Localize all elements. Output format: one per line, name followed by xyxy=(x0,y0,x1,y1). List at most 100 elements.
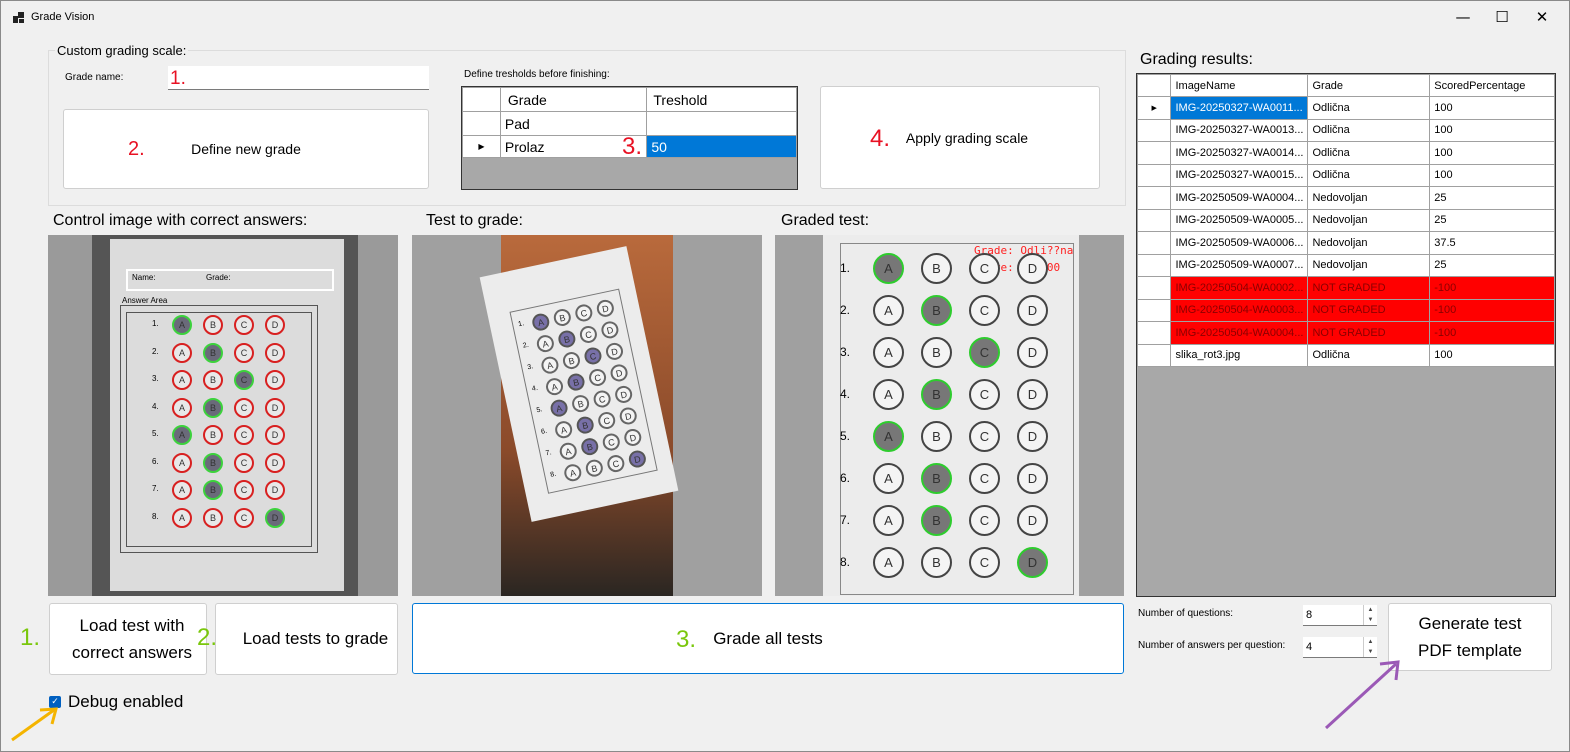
results-cell-percentage[interactable]: 100 xyxy=(1429,96,1555,120)
results-row[interactable]: IMG-20250509-WA0007... Nedovoljan 25 xyxy=(1137,253,1555,277)
load-correct-answers-button[interactable]: Load test with correct answers xyxy=(49,603,207,675)
num-answers-input[interactable]: 4 ▲ ▼ xyxy=(1303,637,1377,658)
question-number: 4. xyxy=(531,384,539,393)
results-cell-imagename[interactable]: IMG-20250504-WA0002... xyxy=(1170,276,1309,300)
answer-bubble: D xyxy=(1017,505,1048,536)
results-cell-imagename[interactable]: IMG-20250327-WA0011... xyxy=(1170,96,1309,120)
results-cell-percentage[interactable]: 100 xyxy=(1429,343,1555,367)
grade-name-input[interactable] xyxy=(168,66,429,90)
answer-bubble: B xyxy=(921,253,952,284)
results-cell-imagename[interactable]: IMG-20250509-WA0006... xyxy=(1170,231,1309,255)
threshold-row-grade[interactable]: Pad xyxy=(499,111,648,136)
maximize-icon[interactable]: ☐ xyxy=(1480,0,1524,34)
results-row[interactable]: slika_rot3.jpg Odlična 100 xyxy=(1137,343,1555,367)
results-cell-grade[interactable]: Nedovoljan xyxy=(1307,208,1431,232)
generate-pdf-template-button[interactable]: Generate test PDF template xyxy=(1388,603,1552,671)
sheet-name-label: Name: xyxy=(132,273,156,282)
row-header xyxy=(462,111,501,136)
num-questions-input[interactable]: 8 ▲ ▼ xyxy=(1303,605,1377,626)
threshold-row[interactable]: Pad xyxy=(462,111,797,136)
answer-bubble: C xyxy=(234,425,254,445)
results-cell-percentage[interactable]: 25 xyxy=(1429,208,1555,232)
spin-up-icon[interactable]: ▲ ▼ xyxy=(1363,605,1377,625)
results-cell-percentage[interactable]: 37.5 xyxy=(1429,231,1555,255)
results-cell-imagename[interactable]: IMG-20250509-WA0007... xyxy=(1170,253,1309,277)
results-row[interactable]: IMG-20250509-WA0005... Nedovoljan 25 xyxy=(1137,208,1555,232)
results-cell-percentage[interactable]: 25 xyxy=(1429,253,1555,277)
annotation-4: 4. xyxy=(870,125,891,152)
debug-enabled-label[interactable]: Debug enabled xyxy=(68,692,183,712)
annotation-2: 2. xyxy=(128,138,145,160)
results-cell-grade[interactable]: Nedovoljan xyxy=(1307,186,1431,210)
question-number: 3. xyxy=(152,374,159,383)
test-to-grade-image: 1. A B C D 2. A B C D 3. A B C D 4. A B C D 5. A B C D 6. A B C D 7. A B… xyxy=(412,235,762,596)
results-cell-percentage[interactable]: -100 xyxy=(1429,276,1555,300)
answer-bubble: C xyxy=(234,342,254,363)
num-answers-value: 4 xyxy=(1306,641,1313,653)
answer-bubble: D xyxy=(1017,295,1048,326)
question-number: 5. xyxy=(152,429,159,438)
results-row[interactable]: IMG-20250327-WA0015... Odlična 100 xyxy=(1137,163,1555,187)
row-header xyxy=(1137,276,1172,300)
graded-test-image: Grade: Odli??na Score: 100.00 1.ABCD2.AB… xyxy=(775,235,1124,596)
results-cell-imagename[interactable]: IMG-20250327-WA0013... xyxy=(1170,118,1309,142)
results-cell-imagename[interactable]: IMG-20250327-WA0015... xyxy=(1170,163,1309,187)
results-cell-percentage[interactable]: 25 xyxy=(1429,186,1555,210)
close-icon[interactable]: ✕ xyxy=(1520,0,1564,34)
results-cell-grade[interactable]: NOT GRADED xyxy=(1307,298,1431,322)
results-cell-percentage[interactable]: -100 xyxy=(1429,298,1555,322)
results-row[interactable]: IMG-20250327-WA0014... Odlična 100 xyxy=(1137,141,1555,165)
column-header-grade[interactable]: Grade xyxy=(499,87,648,112)
threshold-row-value[interactable] xyxy=(646,111,797,136)
results-cell-percentage[interactable]: 100 xyxy=(1429,141,1555,165)
answer-bubble: D xyxy=(1017,463,1048,494)
results-cell-imagename[interactable]: IMG-20250504-WA0004... xyxy=(1170,321,1309,345)
column-header-scoredpercentage[interactable]: ScoredPercentage xyxy=(1429,74,1555,97)
sheet-grade-label: Grade: xyxy=(206,273,231,282)
results-cell-percentage[interactable]: 100 xyxy=(1429,118,1555,142)
define-new-grade-button[interactable]: Define new grade xyxy=(63,109,429,189)
results-row[interactable]: ▶ IMG-20250327-WA0011... Odlična 100 xyxy=(1137,96,1555,120)
results-cell-imagename[interactable]: IMG-20250509-WA0005... xyxy=(1170,208,1309,232)
results-cell-percentage[interactable]: 100 xyxy=(1429,163,1555,187)
results-cell-grade[interactable]: Odlična xyxy=(1307,96,1431,120)
column-header-threshold[interactable]: Treshold xyxy=(646,87,797,112)
results-row[interactable]: IMG-20250327-WA0013... Odlična 100 xyxy=(1137,118,1555,142)
results-cell-imagename[interactable]: IMG-20250509-WA0004... xyxy=(1170,186,1309,210)
results-cell-grade[interactable]: Odlična xyxy=(1307,163,1431,187)
question-number: 4. xyxy=(840,387,851,401)
results-row[interactable]: IMG-20250504-WA0002... NOT GRADED -100 xyxy=(1137,276,1555,300)
column-header-imagename[interactable]: ImageName xyxy=(1170,74,1309,97)
answer-bubble: C xyxy=(234,452,254,473)
answer-bubble: C xyxy=(234,315,254,335)
results-cell-grade[interactable]: Nedovoljan xyxy=(1307,253,1431,277)
results-row[interactable]: IMG-20250504-WA0004... NOT GRADED -100 xyxy=(1137,321,1555,345)
results-cell-grade[interactable]: Odlična xyxy=(1307,118,1431,142)
num-questions-value: 8 xyxy=(1306,609,1313,621)
results-row[interactable]: IMG-20250509-WA0006... Nedovoljan 37.5 xyxy=(1137,231,1555,255)
spin-down-icon[interactable]: ▲ ▼ xyxy=(1363,637,1377,657)
results-grid[interactable]: ImageName Grade ScoredPercentage ▶ IMG-20… xyxy=(1136,73,1556,597)
results-cell-grade[interactable]: Odlična xyxy=(1307,141,1431,165)
results-row[interactable]: IMG-20250509-WA0004... Nedovoljan 25 xyxy=(1137,186,1555,210)
minimize-icon[interactable]: — xyxy=(1441,0,1485,34)
answer-bubble: B xyxy=(921,295,952,326)
results-cell-percentage[interactable]: -100 xyxy=(1429,321,1555,345)
results-cell-grade[interactable]: Nedovoljan xyxy=(1307,231,1431,255)
results-cell-grade[interactable]: NOT GRADED xyxy=(1307,321,1431,345)
results-cell-imagename[interactable]: slika_rot3.jpg xyxy=(1170,343,1309,367)
question-number: 7. xyxy=(840,513,851,527)
results-cell-imagename[interactable]: IMG-20250504-WA0003... xyxy=(1170,298,1309,322)
results-cell-imagename[interactable]: IMG-20250327-WA0014... xyxy=(1170,141,1309,165)
results-cell-grade[interactable]: NOT GRADED xyxy=(1307,276,1431,300)
title-bar xyxy=(1,1,1569,35)
threshold-row-value[interactable]: 50 xyxy=(646,135,797,158)
grade-all-tests-button[interactable]: Grade all tests xyxy=(412,603,1124,674)
question-number: 6. xyxy=(152,456,159,466)
results-cell-grade[interactable]: Odlična xyxy=(1307,343,1431,367)
results-row[interactable]: IMG-20250504-WA0003... NOT GRADED -100 xyxy=(1137,298,1555,322)
column-header-grade[interactable]: Grade xyxy=(1307,74,1431,97)
load-tests-to-grade-button[interactable]: Load tests to grade xyxy=(215,603,398,675)
apply-grading-scale-button[interactable]: Apply grading scale xyxy=(820,86,1100,189)
row-pointer-icon: ▶ xyxy=(1137,96,1172,120)
